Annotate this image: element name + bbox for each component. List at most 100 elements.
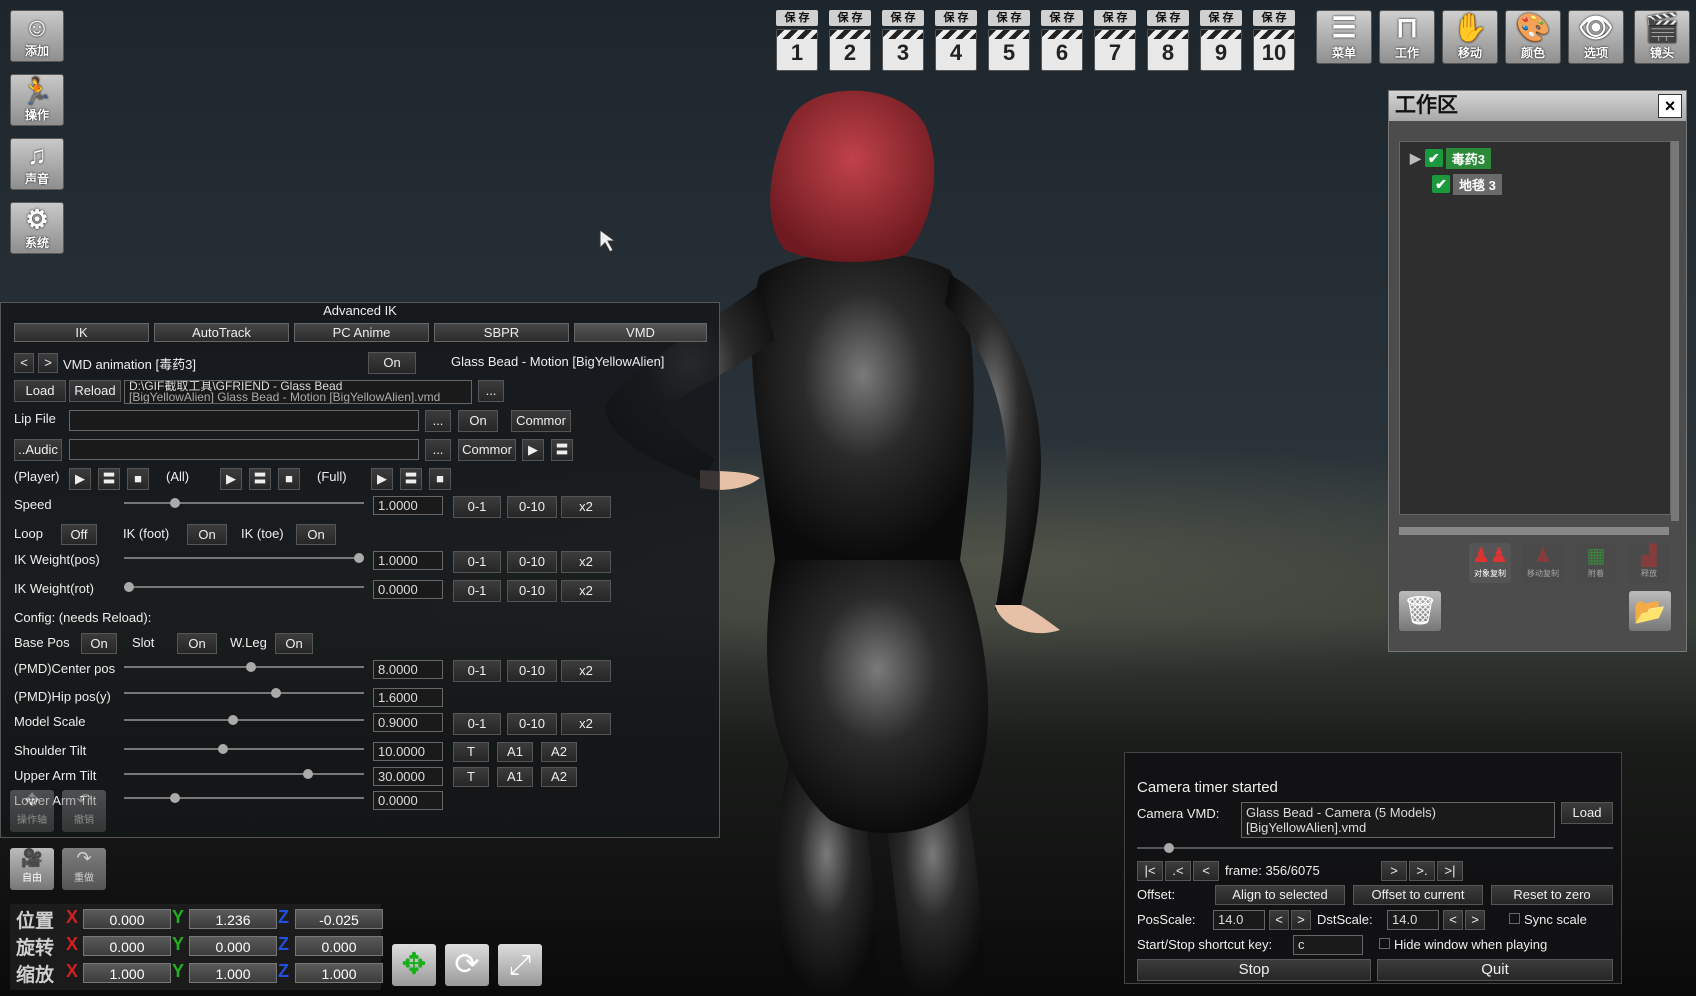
move-button[interactable]: ✋ 移动 bbox=[1442, 10, 1498, 64]
save-slot-1[interactable]: 保 存 1 bbox=[776, 10, 818, 74]
slider-knob[interactable] bbox=[354, 553, 364, 563]
pos-x-field[interactable]: 0.000 bbox=[83, 909, 171, 929]
audio-file-field[interactable] bbox=[69, 439, 419, 460]
next-fast-button[interactable]: >. bbox=[1409, 861, 1435, 881]
camera-button[interactable]: 🎬 镜头 bbox=[1634, 10, 1690, 64]
shoulder-tilt-slider[interactable] bbox=[124, 744, 364, 754]
hip-pos-slider[interactable] bbox=[124, 688, 364, 698]
add-button[interactable]: ☺ 添加 bbox=[10, 10, 64, 62]
save-slot-3[interactable]: 保 存 3 bbox=[882, 10, 924, 74]
ik-weight-pos-slider[interactable] bbox=[124, 553, 364, 563]
ik-foot-toggle[interactable]: On bbox=[187, 524, 227, 545]
scale-0-10-button[interactable]: 0-10 bbox=[507, 713, 557, 735]
center-0-10-button[interactable]: 0-10 bbox=[507, 660, 557, 682]
offset-to-current-button[interactable]: Offset to current bbox=[1353, 885, 1483, 905]
save-label[interactable]: 保 存 bbox=[988, 10, 1030, 26]
player-stop-button[interactable]: ■ bbox=[127, 468, 149, 490]
audio-button[interactable]: ..Audic bbox=[14, 439, 62, 461]
first-frame-button[interactable]: |< bbox=[1137, 861, 1163, 881]
speed-0-1-button[interactable]: 0-1 bbox=[453, 496, 501, 518]
speed-x2-button[interactable]: x2 bbox=[561, 496, 611, 518]
clapperboard-icon[interactable]: 5 bbox=[988, 29, 1030, 71]
workspace-scrollbar-v[interactable] bbox=[1671, 141, 1679, 521]
save-label[interactable]: 保 存 bbox=[1147, 10, 1189, 26]
slider-knob[interactable] bbox=[218, 744, 229, 754]
full-play-button[interactable]: ▶ bbox=[371, 468, 393, 490]
tab-autotrack[interactable]: AutoTrack bbox=[154, 323, 289, 342]
save-slot-8[interactable]: 保 存 8 bbox=[1147, 10, 1189, 74]
tree-item-2[interactable]: ✔ 地毯 3 bbox=[1432, 173, 1502, 195]
scale-gizmo-button[interactable]: ⤢ bbox=[498, 944, 542, 986]
all-pause-button[interactable]: 〓 bbox=[249, 468, 271, 490]
center-x2-button[interactable]: x2 bbox=[561, 660, 611, 682]
center-pos-slider[interactable] bbox=[124, 662, 364, 672]
vmd-browse-button[interactable]: ... bbox=[478, 380, 504, 402]
sound-button[interactable]: ♫ 声音 bbox=[10, 138, 64, 190]
save-slot-6[interactable]: 保 存 6 bbox=[1041, 10, 1083, 74]
lower-arm-tilt-slider[interactable] bbox=[124, 793, 364, 803]
upperarm-a2-button[interactable]: A2 bbox=[541, 767, 577, 787]
base-pos-toggle[interactable]: On bbox=[81, 633, 117, 654]
rot-z-field[interactable]: 0.000 bbox=[295, 936, 383, 956]
save-label[interactable]: 保 存 bbox=[1253, 10, 1295, 26]
free-camera-button[interactable]: 🎥 自由 bbox=[10, 848, 54, 890]
upper-arm-tilt-slider[interactable] bbox=[124, 769, 364, 779]
slider-knob[interactable] bbox=[271, 688, 282, 698]
check-icon[interactable]: ✔ bbox=[1424, 149, 1443, 167]
scale-x-field[interactable]: 1.000 bbox=[83, 963, 171, 983]
full-stop-button[interactable]: ■ bbox=[429, 468, 451, 490]
work-button[interactable]: ⊓ 工作 bbox=[1379, 10, 1435, 64]
save-slot-7[interactable]: 保 存 7 bbox=[1094, 10, 1136, 74]
menu-button[interactable]: ☰ 菜单 bbox=[1316, 10, 1372, 64]
audio-pause-button[interactable]: 〓 bbox=[551, 439, 573, 461]
slot-toggle[interactable]: On bbox=[177, 633, 217, 654]
clapperboard-icon[interactable]: 7 bbox=[1094, 29, 1136, 71]
next-model-button[interactable]: > bbox=[38, 353, 58, 373]
clapperboard-icon[interactable]: 6 bbox=[1041, 29, 1083, 71]
loop-toggle[interactable]: Off bbox=[61, 524, 97, 545]
color-button[interactable]: 🎨 颜色 bbox=[1505, 10, 1561, 64]
audio-common-button[interactable]: Commor bbox=[458, 439, 516, 461]
dstscale-decrease-button[interactable]: < bbox=[1443, 910, 1463, 930]
ikw-pos-0-1-button[interactable]: 0-1 bbox=[453, 551, 501, 573]
slider-knob[interactable] bbox=[303, 769, 314, 779]
lip-browse-button[interactable]: ... bbox=[425, 410, 451, 432]
save-slot-5[interactable]: 保 存 5 bbox=[988, 10, 1030, 74]
upperarm-t-button[interactable]: T bbox=[453, 767, 489, 787]
load-button[interactable]: Load bbox=[14, 380, 66, 402]
upperarm-a1-button[interactable]: A1 bbox=[497, 767, 533, 787]
sync-scale-checkbox[interactable]: Sync scale bbox=[1509, 912, 1587, 927]
audio-browse-button[interactable]: ... bbox=[425, 439, 451, 461]
ik-weight-pos-value[interactable]: 1.0000 bbox=[373, 551, 443, 570]
lower-arm-tilt-value[interactable]: 0.0000 bbox=[373, 791, 443, 810]
move-copy-button[interactable]: ♟ 移动复制 bbox=[1522, 543, 1564, 583]
redo-button[interactable]: ↷ 重做 bbox=[62, 848, 106, 890]
prev-model-button[interactable]: < bbox=[14, 353, 34, 373]
hide-window-checkbox[interactable]: Hide window when playing bbox=[1379, 937, 1547, 952]
hip-pos-value[interactable]: 1.6000 bbox=[373, 688, 443, 707]
slider-knob[interactable] bbox=[245, 662, 256, 672]
ikw-pos-x2-button[interactable]: x2 bbox=[561, 551, 611, 573]
tab-pc-anime[interactable]: PC Anime bbox=[294, 323, 429, 342]
reset-to-zero-button[interactable]: Reset to zero bbox=[1491, 885, 1613, 905]
lip-on-toggle[interactable]: On bbox=[458, 410, 498, 432]
shoulder-tilt-value[interactable]: 10.0000 bbox=[373, 742, 443, 761]
player-play-button[interactable]: ▶ bbox=[69, 468, 91, 490]
center-0-1-button[interactable]: 0-1 bbox=[453, 660, 501, 682]
posscale-increase-button[interactable]: > bbox=[1291, 910, 1311, 930]
tree-item-1[interactable]: ▶ ✔ 毒药3 bbox=[1410, 147, 1492, 169]
dstscale-field[interactable]: 14.0 bbox=[1387, 910, 1439, 930]
options-button[interactable]: 👁 选项 bbox=[1568, 10, 1624, 64]
save-slot-9[interactable]: 保 存 9 bbox=[1200, 10, 1242, 74]
slider-knob[interactable] bbox=[170, 498, 180, 508]
workspace-scrollbar-h[interactable] bbox=[1399, 527, 1669, 535]
wleg-toggle[interactable]: On bbox=[275, 633, 313, 654]
save-label[interactable]: 保 存 bbox=[1094, 10, 1136, 26]
full-pause-button[interactable]: 〓 bbox=[400, 468, 422, 490]
release-button[interactable]: ▟ 释放 bbox=[1628, 543, 1670, 583]
axis-tool-button[interactable]: ✥ 操作轴 bbox=[10, 790, 54, 832]
all-play-button[interactable]: ▶ bbox=[220, 468, 242, 490]
scale-x2-button[interactable]: x2 bbox=[561, 713, 611, 735]
open-folder-button[interactable]: 📂 bbox=[1629, 591, 1671, 631]
lip-file-field[interactable] bbox=[69, 410, 419, 431]
